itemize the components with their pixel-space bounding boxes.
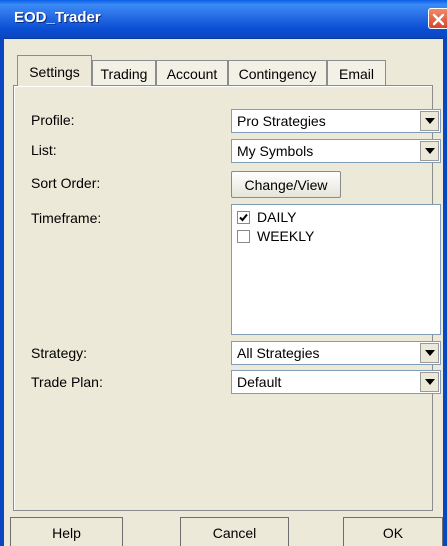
trade-plan-select[interactable]: Default — [231, 370, 441, 394]
trade-plan-label: Trade Plan: — [31, 374, 103, 390]
tab-label: Contingency — [238, 66, 317, 82]
sort-order-label: Sort Order: — [31, 175, 101, 191]
tab-contingency[interactable]: Contingency — [228, 60, 327, 85]
tab-account[interactable]: Account — [156, 60, 228, 85]
tab-email[interactable]: Email — [327, 60, 386, 85]
chevron-down-icon — [425, 148, 435, 154]
change-view-button[interactable]: Change/View — [231, 171, 341, 198]
chevron-down-icon — [425, 379, 435, 385]
daily-label: DAILY — [257, 209, 297, 225]
tab-settings[interactable]: Settings — [17, 55, 92, 86]
timeframe-label: Timeframe: — [31, 210, 102, 226]
tab-label: Trading — [100, 66, 148, 82]
window-title: EOD_Trader — [14, 9, 101, 26]
trade-plan-dropdown-button[interactable] — [420, 372, 439, 392]
list-dropdown-button[interactable] — [420, 141, 439, 161]
weekly-label: WEEKLY — [257, 228, 315, 244]
close-icon — [432, 13, 445, 26]
profile-select[interactable]: Pro Strategies — [231, 109, 441, 133]
chevron-down-icon — [425, 118, 435, 124]
tab-label: Account — [166, 66, 218, 82]
checkmark-icon — [239, 213, 248, 222]
timeframe-list[interactable]: DAILY WEEKLY — [231, 204, 441, 335]
list-label: List: — [31, 142, 57, 158]
tab-label: Settings — [29, 64, 80, 80]
window-frame-left — [0, 38, 4, 546]
window-frame-right — [443, 38, 447, 546]
ok-button[interactable]: OK — [343, 517, 443, 546]
weekly-checkbox[interactable] — [237, 230, 250, 243]
daily-checkbox[interactable] — [237, 211, 250, 224]
cancel-button[interactable]: Cancel — [180, 517, 289, 546]
profile-value: Pro Strategies — [237, 113, 326, 129]
chevron-down-icon — [425, 350, 435, 356]
help-button[interactable]: Help — [10, 517, 123, 546]
list-select[interactable]: My Symbols — [231, 139, 441, 163]
strategy-dropdown-button[interactable] — [420, 343, 439, 363]
tab-trading[interactable]: Trading — [92, 60, 156, 85]
close-button[interactable] — [428, 8, 447, 29]
strategy-value: All Strategies — [237, 345, 320, 361]
profile-label: Profile: — [31, 112, 75, 128]
list-value: My Symbols — [237, 143, 314, 159]
strategy-select[interactable]: All Strategies — [231, 341, 441, 365]
tab-label: Email — [338, 66, 374, 82]
title-bar: EOD_Trader — [0, 0, 447, 39]
strategy-label: Strategy: — [31, 345, 88, 361]
profile-dropdown-button[interactable] — [420, 111, 439, 131]
trade-plan-value: Default — [237, 374, 282, 390]
